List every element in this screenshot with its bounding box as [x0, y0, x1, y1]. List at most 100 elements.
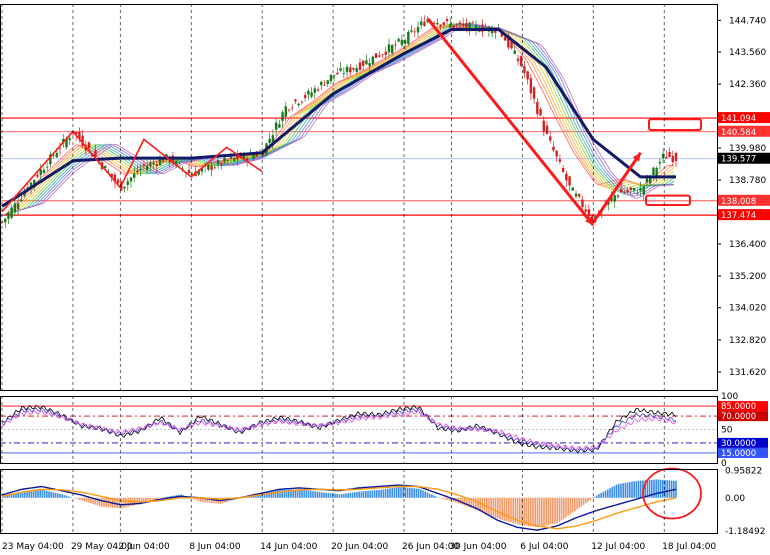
- x-tick-label: 20 Jun 04:00: [331, 542, 388, 552]
- histogram-bar: [10, 494, 13, 498]
- histogram-bar: [123, 497, 125, 508]
- histogram-bar: [541, 497, 543, 527]
- histogram-bar: [356, 491, 358, 498]
- candle-body: [68, 137, 71, 141]
- histogram-bar: [380, 489, 382, 498]
- candle-body: [439, 24, 442, 27]
- histogram-bar: [576, 497, 578, 510]
- candle-body: [665, 156, 668, 159]
- candle-body: [274, 122, 278, 130]
- candle-body: [323, 84, 326, 86]
- candle-body: [407, 32, 410, 44]
- candle-body: [316, 89, 320, 91]
- histogram-bar: [303, 489, 305, 498]
- candle-body: [636, 193, 639, 195]
- histogram-bar: [61, 494, 63, 498]
- histogram-bar: [362, 491, 365, 498]
- histogram-bar: [659, 479, 662, 498]
- histogram-bar: [323, 492, 325, 498]
- candle-body: [416, 26, 420, 33]
- candle-body: [391, 44, 394, 54]
- candle-body: [213, 167, 217, 169]
- histogram-bar: [312, 491, 314, 498]
- histogram-bar: [426, 492, 429, 498]
- candle-body: [632, 187, 636, 191]
- histogram-bar: [369, 490, 371, 498]
- y-tick-label: 144.740: [729, 16, 766, 26]
- histogram-bar: [565, 497, 567, 518]
- candle-body: [281, 112, 284, 121]
- candle-body: [510, 41, 513, 49]
- y-tick-label: 142.360: [729, 80, 766, 90]
- candle-body: [313, 88, 317, 93]
- histogram-bar: [68, 496, 70, 498]
- ribbon-ma-line: [1, 23, 675, 216]
- up-arrow-annotation: [591, 151, 642, 224]
- histogram-bar: [640, 480, 642, 498]
- histogram-bar: [310, 490, 312, 498]
- candle-body: [36, 174, 39, 177]
- candle-body: [442, 22, 446, 25]
- candle-body: [558, 159, 562, 162]
- histogram-bar: [613, 485, 616, 498]
- histogram-bar: [43, 490, 46, 498]
- candle-body: [129, 177, 133, 182]
- histogram-bar: [340, 494, 343, 498]
- y-tick-label: 136.400: [729, 240, 766, 250]
- x-tick-label: 30 Jun 04:00: [449, 542, 506, 552]
- candle-body: [361, 60, 365, 66]
- candle-body: [623, 192, 626, 193]
- candle-body: [581, 199, 584, 208]
- histogram-bar: [63, 495, 66, 498]
- candle-body: [178, 162, 181, 164]
- histogram-bar: [574, 497, 576, 512]
- candle-body: [358, 62, 362, 70]
- candle-body: [116, 179, 120, 183]
- candle-body: [652, 167, 655, 176]
- histogram-bar: [545, 497, 547, 526]
- histogram-bar: [637, 480, 640, 498]
- histogram-bar: [19, 493, 22, 498]
- level-label: 138.008: [721, 197, 756, 207]
- level-label: 141.094: [721, 114, 756, 124]
- candle-body: [152, 162, 155, 165]
- histogram-bar: [413, 488, 415, 498]
- histogram-bar: [301, 489, 303, 498]
- histogram-bar: [435, 496, 437, 498]
- candle-body: [455, 24, 458, 25]
- histogram-bar: [79, 497, 81, 500]
- macd-tick-label: 0.95822: [725, 467, 762, 477]
- histogram-bar: [433, 495, 435, 498]
- candle-body: [336, 72, 339, 75]
- candle-body: [642, 186, 645, 195]
- histogram-bar: [325, 492, 327, 498]
- histogram-bar: [391, 488, 393, 498]
- candle-body: [374, 53, 378, 58]
- candle-body: [342, 73, 346, 75]
- candle-body: [674, 153, 678, 162]
- candle-body: [494, 30, 497, 33]
- histogram-bar: [607, 489, 609, 498]
- y-tick-label: 131.620: [729, 368, 766, 378]
- histogram-bar: [156, 497, 158, 500]
- histogram-bar: [615, 484, 618, 498]
- histogram-bar: [395, 487, 398, 498]
- candle-body: [39, 169, 42, 176]
- histogram-bar: [17, 493, 19, 498]
- candle-body: [516, 58, 520, 61]
- y-tick-label: 139.980: [729, 144, 766, 154]
- histogram-bar: [604, 490, 607, 498]
- candle-body: [565, 173, 568, 181]
- candle-body: [571, 187, 575, 191]
- histogram-bar: [314, 491, 316, 498]
- histogram-bar: [270, 491, 272, 498]
- histogram-bar: [120, 497, 123, 509]
- ribbon-ma-line: [1, 25, 675, 216]
- x-tick-label: 12 Jul 04:00: [591, 542, 645, 552]
- candle-body: [7, 212, 10, 219]
- histogram-bar: [596, 495, 598, 498]
- candle-body: [619, 189, 623, 193]
- histogram-bar: [349, 492, 352, 498]
- candle-body: [187, 170, 191, 174]
- histogram-bar: [345, 493, 347, 498]
